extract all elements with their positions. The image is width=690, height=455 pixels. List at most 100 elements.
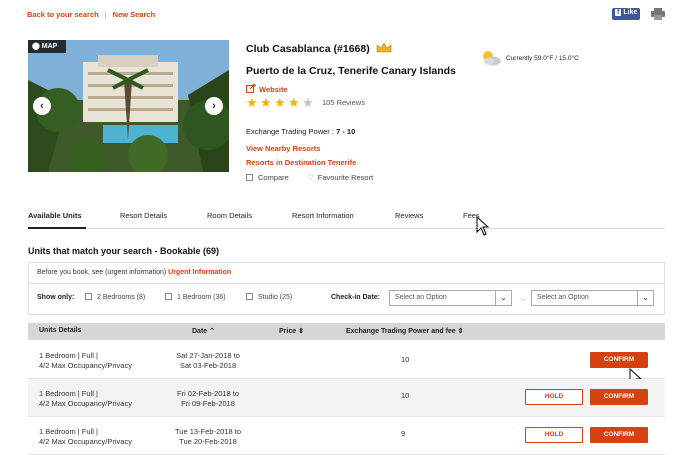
favourite-resort-toggle[interactable]: ♡ Favourite Resort <box>307 173 373 182</box>
star-rating: ★ ★ ★ ★ ★ <box>246 95 316 110</box>
hold-button[interactable]: HOLD <box>525 389 583 405</box>
resort-location: Puerto de la Cruz, Tenerife Canary Islan… <box>246 65 456 77</box>
header-etp-label: Exchange Trading Power and fee <box>346 328 456 335</box>
date-to: Fri 09-Feb-2018 <box>181 399 235 408</box>
unit-details-cell: 1 Bedroom | Full | 4/2 Max Occupancy/Priv… <box>39 351 132 371</box>
compare-checkbox[interactable]: Compare <box>246 173 289 182</box>
header-unit-details: Units Details <box>39 327 82 334</box>
view-nearby-resorts-link[interactable]: View Nearby Resorts <box>246 144 320 153</box>
confirm-button[interactable]: CONFIRM <box>590 352 648 368</box>
reviews-count[interactable]: 105 Reviews <box>322 98 365 107</box>
unit-details-cell: 1 Bedroom | Full | 4/2 Max Occupancy/Priv… <box>39 389 132 409</box>
unit-type: 1 Bedroom | Full | <box>39 427 98 436</box>
tab-resort-information[interactable]: Resort Information <box>292 211 354 220</box>
resorts-in-destination-link[interactable]: Resorts in Destination Tenerife <box>246 158 356 167</box>
resort-title: Club Casablanca (#1668) <box>246 42 392 55</box>
unit-details-cell: 1 Bedroom | Full | 4/2 Max Occupancy/Priv… <box>39 427 132 447</box>
new-search-link[interactable]: New Search <box>113 10 156 19</box>
sort-up-icon: ⌃ <box>209 328 216 335</box>
star-icon: ★ <box>288 95 300 110</box>
chevron-down-icon: ⌄ <box>637 291 653 305</box>
hold-button[interactable]: HOLD <box>525 427 583 443</box>
map-label: MAP <box>41 43 58 50</box>
back-to-search-link[interactable]: Back to your search <box>27 10 99 19</box>
etp-cell: 10 <box>401 391 410 400</box>
urgent-prefix: Before you book, see (urgent information… <box>37 269 167 276</box>
star-icon: ★ <box>274 95 286 110</box>
checkin-end-select[interactable]: Select an Option ⌄ <box>531 290 654 306</box>
favourite-label: Favourite Resort <box>317 173 374 182</box>
star-empty-icon: ★ <box>302 95 314 110</box>
exchange-trading-power: Exchange Trading Power : 7 - 10 <box>246 127 355 136</box>
date-from: Sat 27-Jan-2018 to <box>176 351 240 360</box>
table-row: 1 Bedroom | Full | 4/2 Max Occupancy/Priv… <box>28 417 665 455</box>
tab-reviews[interactable]: Reviews <box>395 211 423 220</box>
show-only-label: Show only: <box>37 294 75 301</box>
etp-cell: 10 <box>401 355 410 364</box>
date-from: Tue 13-Feb-2018 to <box>174 427 241 436</box>
confirm-button[interactable]: CONFIRM <box>590 427 648 443</box>
filter-1-bedroom[interactable]: 1 Bedroom (36) <box>165 293 226 301</box>
map-pin-icon: ⬤ <box>32 43 42 50</box>
photo-prev-button[interactable]: ‹ <box>33 97 51 115</box>
date-to: Tue 20-Feb-2018 <box>179 437 237 446</box>
tab-room-details[interactable]: Room Details <box>207 211 252 220</box>
filter-2-bedrooms[interactable]: 2 Bedrooms (8) <box>85 293 145 301</box>
etp-value: 7 - 10 <box>336 127 356 136</box>
unit-occupancy: 4/2 Max Occupancy/Privacy <box>39 399 132 408</box>
urgent-information-link[interactable]: Urgent Information <box>168 269 231 276</box>
top-links: Back to your search | New Search <box>27 10 155 19</box>
resort-title-text: Club Casablanca (#1668) <box>246 43 370 55</box>
external-link-icon <box>246 83 256 93</box>
checkbox-icon <box>165 293 172 300</box>
website-link[interactable]: Website <box>246 83 288 94</box>
tab-available-units[interactable]: Available Units <box>28 211 82 220</box>
facebook-icon: f <box>615 9 622 16</box>
map-button[interactable]: ⬤ MAP <box>28 40 66 53</box>
header-price[interactable]: Price ⇕ <box>279 327 304 335</box>
header-date-label: Date <box>192 328 208 335</box>
facebook-like-button[interactable]: f Like <box>612 8 640 20</box>
date-cell: Fri 02-Feb-2018 to Fri 09-Feb-2018 <box>173 389 243 409</box>
header-date[interactable]: Date ⌃ <box>192 327 215 335</box>
filter-studio-label: Studio (25) <box>258 294 293 301</box>
etp-label: Exchange Trading Power : <box>246 127 334 136</box>
table-row: 1 Bedroom | Full | 4/2 Max Occupancy/Priv… <box>28 341 665 379</box>
print-icon[interactable] <box>651 8 665 20</box>
etp-cell: 9 <box>401 429 406 438</box>
checkin-date-label: Check-in Date: <box>331 294 381 301</box>
facebook-like-label: Like <box>623 9 638 16</box>
unit-type: 1 Bedroom | Full | <box>39 389 98 398</box>
checkin-start-placeholder: Select an Option <box>395 294 447 301</box>
checkin-start-select[interactable]: Select an Option ⌄ <box>389 290 512 306</box>
compare-label: Compare <box>258 173 289 182</box>
units-table-header: Units Details Date ⌃ Price ⇕ Exchange Tr… <box>28 323 665 340</box>
filter-1-bedroom-label: 1 Bedroom (36) <box>177 294 226 301</box>
tab-resort-details[interactable]: Resort Details <box>120 211 167 220</box>
photo-next-button[interactable]: › <box>205 97 223 115</box>
unit-occupancy: 4/2 Max Occupancy/Privacy <box>39 437 132 446</box>
weather-text: Currently 59.0°F / 15.0°C <box>506 55 579 62</box>
resort-photo <box>28 40 229 172</box>
sort-icon: ⇕ <box>298 328 304 335</box>
filter-2-bedrooms-label: 2 Bedrooms (8) <box>97 294 146 301</box>
checkbox-icon <box>85 293 92 300</box>
mouse-cursor-icon <box>476 216 490 236</box>
active-tab-indicator <box>28 227 86 229</box>
heart-icon: ♡ <box>307 173 314 182</box>
weather-icon <box>483 51 501 66</box>
star-icon: ★ <box>260 95 272 110</box>
confirm-button[interactable]: CONFIRM <box>590 389 648 405</box>
header-etp[interactable]: Exchange Trading Power and fee ⇕ <box>346 327 464 335</box>
arrow-right-icon: → <box>519 294 527 303</box>
filter-panel: Before you book, see (urgent information… <box>28 262 665 315</box>
units-section-title: Units that match your search - Bookable … <box>28 246 220 256</box>
date-cell: Sat 27-Jan-2018 to Sat 03-Feb-2018 <box>173 351 243 371</box>
filter-studio[interactable]: Studio (25) <box>246 293 292 301</box>
unit-occupancy: 4/2 Max Occupancy/Privacy <box>39 361 132 370</box>
tab-bar: Available Units Resort Details Room Deta… <box>28 203 665 229</box>
header-price-label: Price <box>279 328 297 335</box>
chevron-down-icon: ⌄ <box>495 291 511 305</box>
resort-photo-image <box>28 40 229 172</box>
star-icon: ★ <box>246 95 258 110</box>
